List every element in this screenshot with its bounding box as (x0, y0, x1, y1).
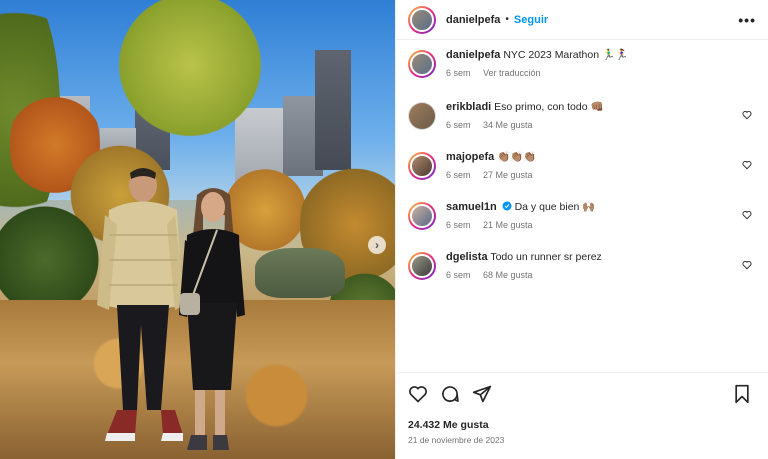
heart-icon[interactable] (742, 260, 752, 270)
follow-button[interactable]: Seguir (514, 14, 548, 26)
chevron-right-icon[interactable]: › (368, 236, 386, 254)
comment-time[interactable]: 6 sem (446, 270, 471, 280)
avatar[interactable] (408, 50, 436, 78)
comment-item: samuel1n Da y que bien 🙌🏽 6 sem 21 Me gu… (408, 200, 756, 250)
caption-text: NYC 2023 Marathon 🏃‍♂️🏃‍♀️ (503, 49, 629, 61)
comment-time[interactable]: 6 sem (446, 220, 471, 230)
comment-likes[interactable]: 68 Me gusta (483, 270, 533, 280)
comment-time[interactable]: 6 sem (446, 170, 471, 180)
translate-link[interactable]: Ver traducción (483, 68, 541, 78)
post-header: danielpefa • Seguir ••• (396, 0, 768, 40)
photo-person-woman (179, 188, 245, 450)
comment-text: Todo un runner sr perez (490, 251, 602, 263)
heart-icon[interactable] (742, 210, 752, 220)
post-side-panel: danielpefa • Seguir ••• danielpefa NYC 2… (395, 0, 768, 459)
post-photo: › (0, 0, 395, 459)
post-date[interactable]: 21 de noviembre de 2023 (408, 435, 757, 445)
bookmark-icon[interactable] (733, 384, 751, 404)
photo-pond (255, 248, 345, 298)
post-modal: › danielpefa • Seguir ••• danielpefa NYC… (0, 0, 768, 459)
post-author-username[interactable]: danielpefa (446, 14, 500, 26)
comment-text: Eso primo, con todo 👊🏽 (494, 101, 604, 113)
comments-list: danielpefa NYC 2023 Marathon 🏃‍♂️🏃‍♀️ 6 … (396, 40, 768, 300)
comment-likes[interactable]: 21 Me gusta (483, 220, 533, 230)
heart-icon[interactable] (408, 384, 428, 404)
caption-time[interactable]: 6 sem (446, 68, 471, 78)
comment-username[interactable]: erikbladi (446, 101, 491, 113)
avatar[interactable] (408, 252, 436, 280)
avatar[interactable] (408, 202, 436, 230)
likes-count[interactable]: 24.432 Me gusta (408, 419, 757, 431)
comment-text: 👏🏽👏🏽👏🏽 (497, 151, 537, 163)
post-actions: 24.432 Me gusta 21 de noviembre de 2023 (396, 372, 768, 445)
comment-item: erikbladi Eso primo, con todo 👊🏽 6 sem 3… (408, 100, 756, 150)
avatar[interactable] (408, 5, 436, 34)
comment-item: majopefa 👏🏽👏🏽👏🏽 6 sem 27 Me gusta (408, 150, 756, 200)
share-icon[interactable] (472, 384, 492, 404)
caption-username[interactable]: danielpefa (446, 49, 500, 61)
comment-likes[interactable]: 34 Me gusta (483, 120, 533, 130)
comment-likes[interactable]: 27 Me gusta (483, 170, 533, 180)
avatar[interactable] (408, 102, 436, 130)
separator-dot: • (505, 14, 509, 25)
caption: danielpefa NYC 2023 Marathon 🏃‍♂️🏃‍♀️ 6 … (408, 48, 756, 100)
more-options-icon[interactable]: ••• (738, 12, 756, 28)
action-icons (408, 383, 757, 405)
comment-time[interactable]: 6 sem (446, 120, 471, 130)
comment-text: Da y que bien 🙌🏽 (514, 201, 596, 213)
comment-username[interactable]: majopefa (446, 151, 494, 163)
comment-item: dgelista Todo un runner sr perez 6 sem 6… (408, 250, 756, 300)
verified-badge-icon (502, 201, 512, 211)
heart-icon[interactable] (742, 160, 752, 170)
comment-username[interactable]: dgelista (446, 251, 488, 263)
comment-username[interactable]: samuel1n (446, 201, 497, 213)
avatar[interactable] (408, 152, 436, 180)
heart-icon[interactable] (742, 110, 752, 120)
comment-icon[interactable] (440, 384, 460, 404)
